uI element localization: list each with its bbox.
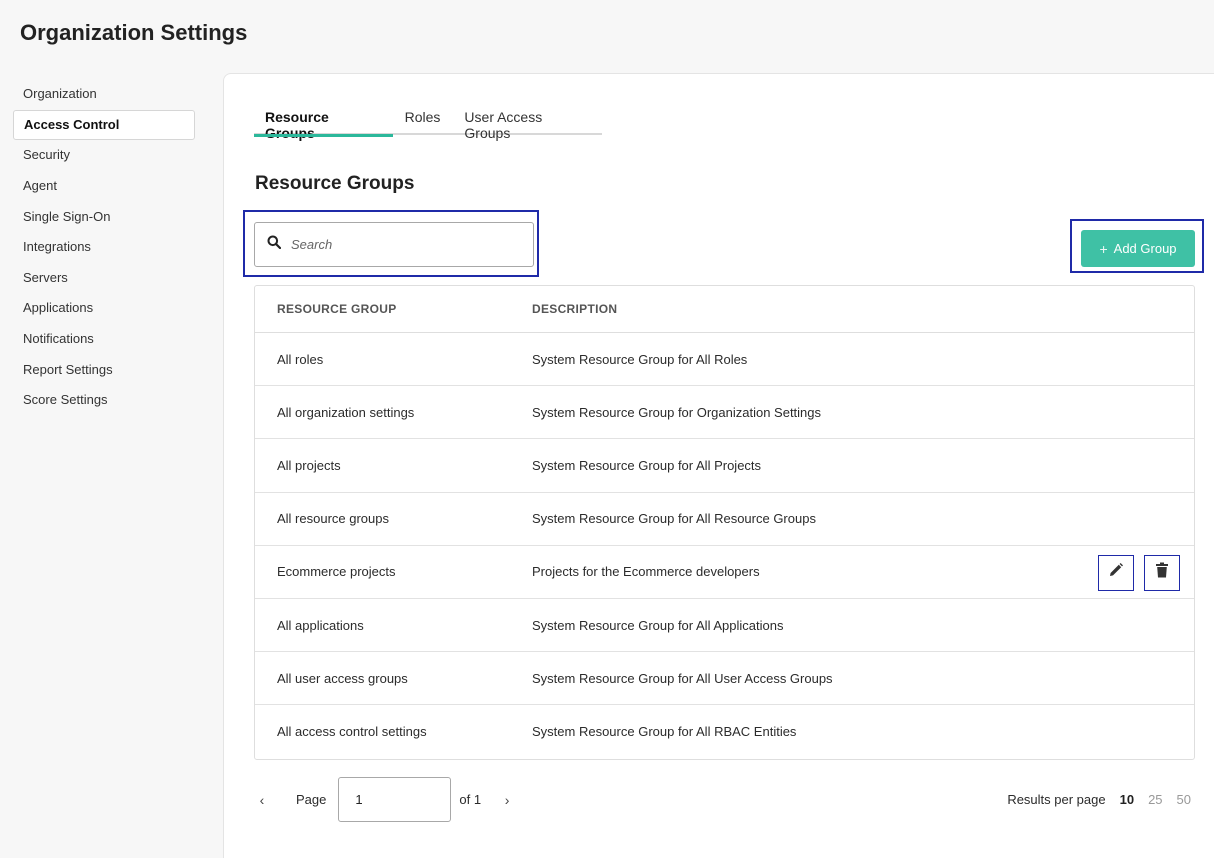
- table-row[interactable]: All user access groups System Resource G…: [255, 652, 1194, 706]
- sidebar-item-report-settings[interactable]: Report Settings: [13, 354, 195, 385]
- sidebar-item-integrations[interactable]: Integrations: [13, 232, 195, 263]
- trash-icon: [1155, 562, 1169, 583]
- resource-group-description: Projects for the Ecommerce developers: [532, 564, 760, 580]
- table-header: RESOURCE GROUP DESCRIPTION: [255, 286, 1194, 333]
- row-actions: [1098, 554, 1180, 591]
- table-row[interactable]: All roles System Resource Group for All …: [255, 333, 1194, 387]
- resource-group-description: System Resource Group for All Projects: [532, 457, 762, 473]
- search-field[interactable]: [254, 222, 534, 267]
- per-page-option-10[interactable]: 10: [1120, 792, 1134, 807]
- section-title: Resource Groups: [255, 173, 415, 194]
- resource-group-description: System Resource Group for All Roles: [532, 351, 748, 367]
- table-row[interactable]: All applications System Resource Group f…: [255, 599, 1194, 653]
- sidebar-item-access-control[interactable]: Access Control: [13, 109, 195, 141]
- per-page-option-25[interactable]: 25: [1148, 792, 1162, 807]
- add-group-button[interactable]: + Add Group: [1081, 230, 1195, 267]
- column-header-resource-group[interactable]: RESOURCE GROUP: [255, 302, 532, 316]
- resource-group-name: All resource groups: [277, 511, 389, 527]
- tab-bar: Resource Groups Roles User Access Groups: [254, 101, 602, 141]
- page-count-label: of 1: [459, 792, 482, 807]
- tab-roles[interactable]: Roles: [393, 101, 453, 135]
- resource-group-name: All projects: [277, 457, 341, 473]
- resource-group-description: System Resource Group for All RBAC Entit…: [532, 724, 797, 740]
- search-icon: [267, 235, 282, 254]
- search-input[interactable]: [291, 237, 511, 252]
- results-per-page-label: Results per page: [1007, 792, 1106, 807]
- add-group-label: Add Group: [1113, 241, 1177, 256]
- table-row[interactable]: All projects System Resource Group for A…: [255, 439, 1194, 493]
- delete-button[interactable]: [1144, 554, 1180, 591]
- main-panel: Resource Groups Roles User Access Groups…: [223, 73, 1214, 858]
- pagination: ‹ Page of 1 › Results per page 10 25 50: [254, 777, 1195, 822]
- pencil-icon: [1108, 562, 1124, 583]
- resource-group-name: All user access groups: [277, 670, 408, 686]
- per-page-option-50[interactable]: 50: [1177, 792, 1191, 807]
- sidebar-item-agent[interactable]: Agent: [13, 171, 195, 202]
- sidebar: Organization Access Control Security Age…: [13, 79, 195, 416]
- resource-group-name: All roles: [277, 351, 324, 367]
- sidebar-item-security[interactable]: Security: [13, 140, 195, 171]
- table-row[interactable]: Ecommerce projects Projects for the Ecom…: [255, 546, 1194, 599]
- sidebar-item-servers[interactable]: Servers: [13, 263, 195, 294]
- resource-group-name: All access control settings: [277, 724, 427, 740]
- resource-groups-table: RESOURCE GROUP DESCRIPTION All roles Sys…: [254, 285, 1195, 760]
- tab-resource-groups[interactable]: Resource Groups: [254, 101, 393, 141]
- page-number-input[interactable]: [338, 777, 452, 822]
- page-title: Organization Settings: [20, 20, 248, 45]
- resource-group-description: System Resource Group for Organization S…: [532, 404, 822, 420]
- tab-user-access-groups[interactable]: User Access Groups: [452, 101, 602, 141]
- page-label: Page: [296, 792, 327, 807]
- sidebar-item-applications[interactable]: Applications: [13, 293, 195, 324]
- plus-icon: +: [1099, 240, 1108, 257]
- chevron-right-icon[interactable]: ›: [499, 792, 515, 808]
- resource-group-description: System Resource Group for All Applicatio…: [532, 617, 784, 633]
- sidebar-item-score-settings[interactable]: Score Settings: [13, 385, 195, 416]
- chevron-left-icon[interactable]: ‹: [254, 792, 270, 808]
- edit-button[interactable]: [1098, 554, 1134, 591]
- results-per-page: Results per page 10 25 50: [1007, 792, 1191, 807]
- sidebar-item-organization[interactable]: Organization: [13, 79, 195, 110]
- resource-group-name: All applications: [277, 617, 364, 633]
- table-row[interactable]: All resource groups System Resource Grou…: [255, 493, 1194, 546]
- sidebar-item-notifications[interactable]: Notifications: [13, 324, 195, 355]
- resource-group-description: System Resource Group for All User Acces…: [532, 670, 833, 686]
- resource-group-description: System Resource Group for All Resource G…: [532, 511, 816, 527]
- sidebar-item-single-sign-on[interactable]: Single Sign-On: [13, 201, 195, 232]
- resource-group-name: All organization settings: [277, 404, 415, 420]
- resource-group-name: Ecommerce projects: [277, 564, 396, 580]
- column-header-description[interactable]: DESCRIPTION: [532, 302, 1194, 316]
- table-row[interactable]: All organization settings System Resourc…: [255, 386, 1194, 440]
- table-row[interactable]: All access control settings System Resou…: [255, 705, 1194, 758]
